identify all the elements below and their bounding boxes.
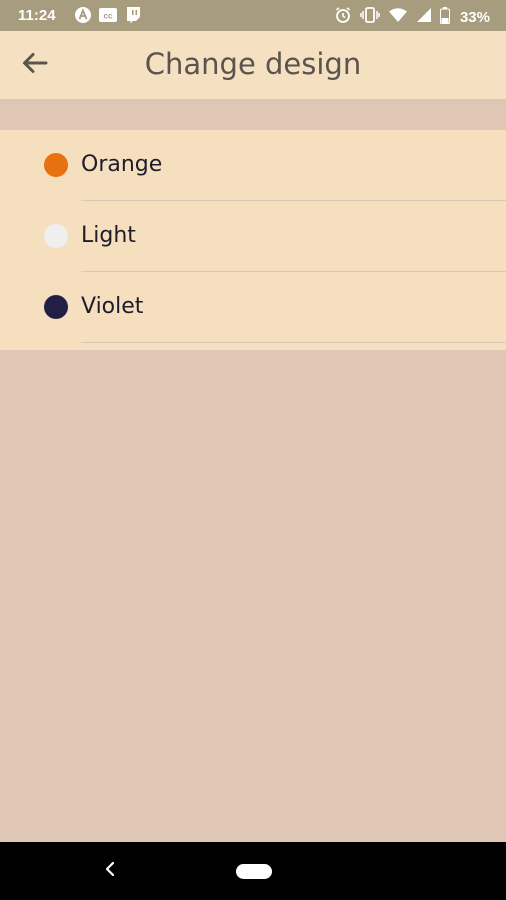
- wifi-icon: [388, 7, 408, 28]
- design-option-label: Violet: [81, 294, 144, 319]
- alarm-icon: [334, 6, 352, 29]
- design-option-orange[interactable]: Orange: [0, 130, 506, 201]
- design-list: Orange Light Violet: [0, 130, 506, 350]
- cc-icon: cc: [98, 7, 118, 28]
- signal-icon: [416, 7, 432, 28]
- vibrate-icon: [360, 6, 380, 29]
- a-circle-icon: [74, 6, 92, 29]
- status-bar: 11:24 cc 33%: [0, 0, 506, 31]
- color-swatch: [44, 153, 68, 177]
- design-option-light[interactable]: Light: [0, 201, 506, 272]
- design-option-violet[interactable]: Violet: [0, 272, 506, 343]
- twitch-icon: [124, 6, 142, 29]
- divider: [81, 342, 506, 343]
- battery-percent: 33%: [459, 9, 490, 26]
- page-title: Change design: [144, 47, 362, 81]
- nav-back-button[interactable]: [101, 859, 119, 883]
- app-bar: Change design: [0, 31, 506, 99]
- color-swatch: [44, 295, 68, 319]
- home-pill-icon[interactable]: [236, 864, 272, 879]
- chevron-left-icon: [104, 861, 116, 882]
- color-swatch: [44, 224, 68, 248]
- navigation-bar: [0, 842, 506, 900]
- status-time: 11:24: [18, 7, 56, 24]
- svg-text:cc: cc: [104, 12, 113, 21]
- design-option-label: Light: [81, 223, 136, 248]
- status-left-icons: cc: [74, 6, 142, 29]
- battery-icon: [439, 6, 450, 29]
- status-right-icons: 33%: [334, 6, 490, 29]
- design-option-label: Orange: [81, 152, 163, 177]
